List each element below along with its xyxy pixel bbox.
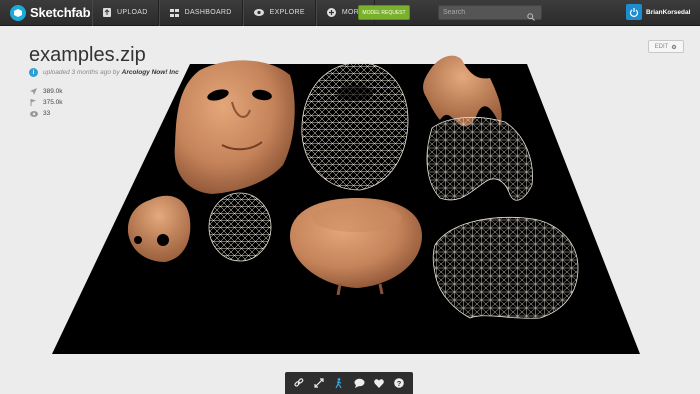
explore-label: EXPLORE (269, 9, 305, 16)
sculpture-figure (423, 55, 502, 127)
brand-name: Sketchfab (30, 5, 91, 20)
model-request-button[interactable]: MODEL REQUEST (358, 5, 410, 20)
help-icon[interactable]: ? (392, 376, 406, 390)
eye-icon (253, 9, 264, 16)
user-menu[interactable]: BrianKorsedal (626, 4, 690, 20)
wireframe-rock (426, 116, 533, 201)
dish-model (290, 198, 422, 288)
model-title: examples.zip (29, 44, 146, 66)
upload-info: i uploaded 3 months ago by Arcology Now!… (29, 68, 179, 77)
username: BrianKorsedal (646, 8, 691, 16)
face-mask (174, 60, 295, 195)
wireframe-blob (432, 216, 579, 319)
dashboard-icon (169, 8, 179, 17)
send-icon (30, 88, 40, 95)
walk-icon[interactable] (332, 376, 346, 390)
info-icon: i (29, 68, 38, 77)
dashboard-label: DASHBOARD (184, 9, 232, 16)
dashboard-button[interactable]: DASHBOARD (158, 0, 243, 26)
comment-icon[interactable] (352, 376, 366, 390)
brand-logo[interactable]: Sketchfab (0, 0, 92, 26)
views-count: 389.0k (43, 88, 63, 95)
wireframe-egg (208, 192, 272, 262)
model-stats: 389.0k 375.0k 33 (30, 86, 63, 119)
downloads-stat: 375.0k (30, 97, 63, 108)
power-icon (626, 4, 642, 20)
wireframe-head (301, 62, 409, 191)
edit-button[interactable]: EDIT (648, 40, 684, 53)
downloads-count: 375.0k (43, 99, 63, 106)
flag-icon (30, 99, 40, 106)
watch-stat: 33 (30, 108, 63, 119)
stage-platform (52, 64, 640, 354)
viewer-toolbar: ? (285, 372, 413, 394)
svg-text:?: ? (397, 379, 402, 388)
heart-icon[interactable] (372, 376, 386, 390)
eye-icon (30, 110, 40, 117)
watch-count: 33 (43, 110, 51, 117)
explore-button[interactable]: EXPLORE (242, 0, 316, 26)
plus-circle-icon (326, 8, 336, 17)
gear-icon (671, 44, 677, 50)
upload-button[interactable]: UPLOAD (92, 0, 159, 26)
search-icon[interactable] (527, 8, 535, 26)
upload-icon (103, 8, 111, 17)
views-stat: 389.0k (30, 86, 63, 97)
author-link[interactable]: Arcology Now! Inc (122, 69, 179, 76)
sketchfab-logo-icon (10, 4, 26, 21)
top-navigation-bar: Sketchfab UPLOAD DASHBOARD EXPLORE MORE (0, 0, 700, 26)
upload-label: UPLOAD (117, 9, 148, 16)
fullscreen-icon[interactable] (312, 376, 326, 390)
small-head (127, 195, 191, 262)
edit-label: EDIT (654, 43, 669, 50)
link-icon[interactable] (292, 376, 306, 390)
uploaded-text: uploaded 3 months ago by (43, 69, 120, 76)
